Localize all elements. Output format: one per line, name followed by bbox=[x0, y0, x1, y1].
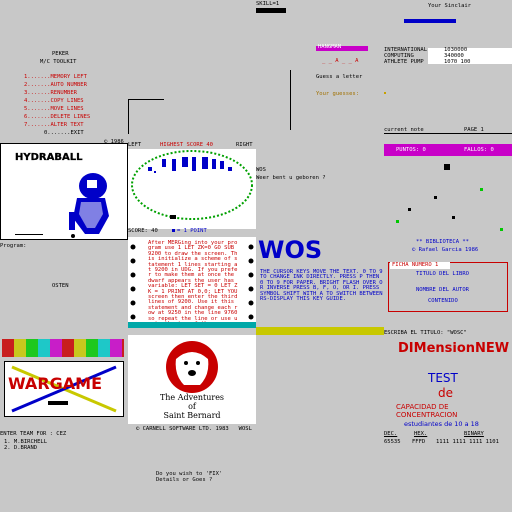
program-label: Program: bbox=[0, 243, 27, 249]
hangman-title: HANGMAN bbox=[318, 44, 342, 50]
hydraball-panel: HYDRABALL bbox=[0, 143, 128, 240]
manual-panel: After MERGing into your program use 1 LE… bbox=[128, 237, 256, 328]
table-cell: 1070 100 bbox=[444, 59, 471, 65]
dimension-title: DIMensionNEW bbox=[398, 341, 510, 356]
dim-value: 65535 bbox=[384, 439, 401, 445]
menu-item[interactable]: 4.......COPY LINES bbox=[24, 97, 84, 105]
puntos-label: PUNTOS: 0 bbox=[396, 147, 426, 153]
hangman-dashes: _ _ A _ _ A bbox=[322, 58, 359, 64]
escriba-label: ESCRIBA EL TITULO: "WOSC" bbox=[384, 330, 467, 336]
dog-icon bbox=[166, 341, 218, 393]
dot bbox=[396, 220, 399, 223]
player-icon bbox=[444, 164, 450, 170]
wargame-logo: WARGAME bbox=[8, 374, 102, 393]
manual-margin bbox=[246, 237, 256, 328]
menu-item[interactable]: 1.......MEMORY LEFT bbox=[24, 73, 87, 81]
hydraball-logo: HYDRABALL bbox=[15, 152, 83, 163]
ball-icon bbox=[71, 234, 75, 238]
blue-bar bbox=[404, 19, 456, 23]
peker-title: PEKER bbox=[52, 51, 69, 57]
rainbow-stripe bbox=[2, 339, 124, 357]
skill-bar bbox=[256, 8, 286, 13]
program-name: OSTEN bbox=[52, 283, 69, 289]
dimension-sub: estudiantes de 10 a 18 bbox=[404, 420, 479, 428]
point-icon bbox=[172, 229, 175, 232]
robot-player-icon bbox=[69, 173, 109, 234]
breakout-track bbox=[131, 150, 253, 220]
dot bbox=[500, 228, 503, 231]
biblioteca-item[interactable]: TITULO DEL LIBRO bbox=[416, 270, 469, 278]
wos-logo: WOS bbox=[258, 236, 323, 264]
breakout-point: = 1 POINT bbox=[177, 228, 207, 234]
breakout-right: RIGHT bbox=[236, 142, 253, 148]
dot bbox=[480, 188, 483, 191]
fallos-label: FALLOS: 0 bbox=[464, 147, 494, 153]
team-option[interactable]: 2. D.BRAND bbox=[4, 444, 37, 452]
divider bbox=[290, 70, 291, 130]
your-sinclair-label: Your Sinclair bbox=[428, 3, 472, 9]
peker-subtitle: M/C TOOLKIT bbox=[40, 59, 77, 65]
wos-question: Weer bent u geboren ? bbox=[256, 175, 326, 181]
wargame-panel: WARGAME bbox=[0, 335, 128, 423]
saint-bernard-title-3: Saint Bernard bbox=[163, 411, 221, 420]
biblioteca-item[interactable]: CONTENIDO bbox=[428, 297, 458, 305]
menu-item[interactable]: 0.......EXIT bbox=[44, 129, 84, 137]
dim-value: 1111 1111 1111 1101 bbox=[436, 439, 499, 445]
dot bbox=[408, 208, 411, 211]
saint-bernard-title-2: of bbox=[188, 402, 196, 411]
dot bbox=[434, 196, 437, 199]
dim-header: HEX. bbox=[414, 431, 428, 437]
dim-header: BINARY bbox=[464, 431, 484, 437]
table-panel: INTERNATIONAL 1030000 COMPUTING 340000 A… bbox=[384, 44, 512, 134]
wos-label: WOS bbox=[256, 167, 266, 173]
marker bbox=[384, 92, 386, 94]
saint-bernard-copyright: © CARNELL SOFTWARE LTD. 1983 WOSL bbox=[136, 426, 252, 432]
manual-footer-bar bbox=[128, 322, 256, 328]
table-cell: ATHLETE PUMP bbox=[384, 59, 424, 65]
dimension-de: de bbox=[438, 386, 453, 400]
yellow-bar bbox=[256, 327, 384, 335]
skill-label: SKILL=1 bbox=[256, 1, 280, 7]
breakout-left: LEFT bbox=[128, 142, 142, 148]
breakout-highest: HIGHEST SCORE 40 bbox=[160, 142, 213, 148]
dim-value: FFFD bbox=[412, 439, 426, 445]
biblioteca-credit: © Rafael Garcia 1986 bbox=[412, 247, 479, 253]
menu-item[interactable]: 2.......AUTO NUMBER bbox=[24, 81, 87, 89]
divider bbox=[128, 99, 164, 100]
biblioteca-title: ** BIBLIOTECA ** bbox=[416, 239, 469, 245]
biblioteca-item[interactable]: NOMBRE DEL AUTOR bbox=[416, 286, 469, 294]
dim-header: DEC. bbox=[384, 431, 398, 437]
menu-item[interactable]: 6.......DELETE LINES bbox=[24, 113, 90, 121]
hangman-guesses: Your guesses: bbox=[316, 91, 360, 97]
divider bbox=[384, 133, 512, 134]
saint-bernard-title-1: The Adventures bbox=[159, 393, 225, 402]
signature-icon bbox=[15, 226, 43, 235]
menu-item[interactable]: 7.......ALTER TEXT bbox=[24, 121, 84, 129]
wos-help-text: THE CURSOR KEYS MOVE THE TEXT. 0 TO 9 TO… bbox=[260, 269, 383, 303]
paddle-icon bbox=[170, 215, 176, 219]
dimension-line: CAPACIDAD DE CONCENTRACION bbox=[396, 403, 458, 419]
hangman-prompt: Guess a letter bbox=[316, 74, 363, 80]
saint-bernard-panel: The Adventures of Saint Bernard bbox=[128, 335, 256, 424]
menu-item[interactable]: 3.......RENUMBER bbox=[24, 89, 77, 97]
manual-text: After MERGing into your program use 1 LE… bbox=[148, 240, 238, 328]
fix-line-2: Details or Goes ? bbox=[156, 477, 213, 483]
peker-panel: PEKER M/C TOOLKIT 1.......MEMORY LEFT 2.… bbox=[0, 40, 128, 140]
enter-team-label: ENTER TEAM FOR : CEZ bbox=[0, 431, 67, 437]
dimension-test: TEST bbox=[428, 371, 458, 385]
dot bbox=[452, 216, 455, 219]
ficha-label: FICHA NUMERO 1 bbox=[392, 262, 439, 268]
breakout-arena bbox=[128, 149, 256, 229]
manual-margin bbox=[128, 237, 138, 328]
breakout-score: SCORE: 40 bbox=[128, 228, 158, 234]
divider bbox=[128, 99, 129, 134]
menu-item[interactable]: 5.......MOVE LINES bbox=[24, 105, 84, 113]
